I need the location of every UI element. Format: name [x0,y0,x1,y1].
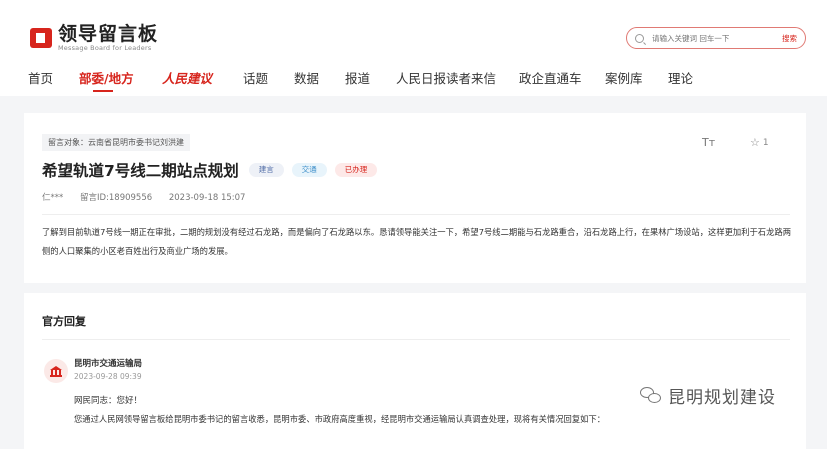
nav-item-reports[interactable]: 报道 [345,68,370,87]
search-button[interactable]: 搜索 [782,33,797,44]
nav-item-data[interactable]: 数据 [294,68,319,87]
title-row: 希望轨道7号线二期站点规划 建言 交通 已办理 [42,159,378,181]
main-nav: 首页 部委/地方 人民建议 话题 数据 报道 人民日报读者来信 政企直通车 案例… [0,66,827,92]
message-datetime: 2023-09-18 15:07 [168,193,246,203]
wechat-icon [640,386,662,405]
nav-item-case-library[interactable]: 案例库 [605,68,643,87]
nav-item-readers-letters[interactable]: 人民日报读者来信 [396,68,496,87]
message-id: 留言ID:18909556 [79,193,153,203]
nav-item-people-suggestions[interactable]: 人民建议 [162,68,212,87]
badge-status: 已办理 [334,163,378,177]
reply-greeting: 网民同志：您好！ [74,396,143,406]
nav-item-ministries[interactable]: 部委/地方 [79,68,134,87]
official-reply-card: 官方回复 昆明市交通运输局 2023-09-28 09:39 网民同志：您好！ … [24,293,806,449]
wechat-watermark: 昆明规划建设 [640,383,776,408]
message-card: 留言对象：云南省昆明市委书记刘洪建 Tт ☆ 1 希望轨道7号线二期站点规划 建… [24,113,806,283]
nav-item-topics[interactable]: 话题 [243,68,268,87]
reply-section-title: 官方回复 [42,315,86,328]
font-size-icon[interactable]: Tт [702,136,715,149]
star-icon: ☆ [750,136,760,149]
site-header: 领导留言板 Message Board for Leaders 搜索 首页 部委… [0,0,827,96]
site-logo[interactable]: 领导留言板 Message Board for Leaders [30,24,158,52]
search-input[interactable] [652,33,762,43]
message-content: 了解到目前轨道7号线一期正在审批，二期的规划没有经过石龙路，而是偏向了石龙路以东… [42,227,791,256]
message-author: 仁*** [42,193,64,203]
reply-body: 您通过人民网领导留言板给昆明市委书记的留言收悉，昆明市委、市政府高度重视，经昆明… [74,414,606,424]
nav-item-home[interactable]: 首页 [28,68,53,87]
logo-mark-icon [30,26,52,50]
badge-type: 建言 [248,163,284,177]
divider [42,214,790,215]
search-box: 搜索 [626,27,806,49]
star-count: 1 [762,137,769,148]
divider [42,339,790,340]
message-target: 留言对象：云南省昆明市委书记刘洪建 [42,134,190,151]
message-meta: 仁*** 留言ID:18909556 2023-09-18 15:07 [42,191,259,203]
logo-title: 领导留言板 [58,23,159,45]
nav-active-underline [93,90,113,92]
favorite-button[interactable]: ☆ 1 [750,136,769,149]
badge-category: 交通 [291,163,327,177]
message-title: 希望轨道7号线二期站点规划 [42,162,239,180]
watermark-text: 昆明规划建设 [668,388,776,408]
reply-datetime: 2023-09-28 09:39 [74,372,142,381]
government-building-icon [44,359,68,383]
reply-org-name: 昆明市交通运输局 [74,359,143,369]
nav-item-theory[interactable]: 理论 [668,68,693,87]
nav-item-enterprise-express[interactable]: 政企直通车 [519,68,582,87]
search-icon [635,33,644,43]
logo-subtitle: Message Board for Leaders [58,44,152,52]
